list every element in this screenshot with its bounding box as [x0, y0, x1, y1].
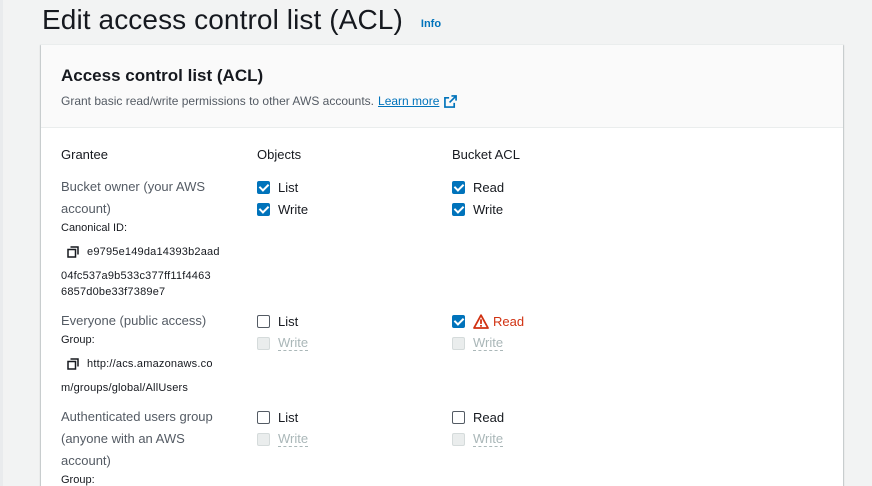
- checkbox-label: Read: [473, 179, 505, 195]
- acl-panel: Access control list (ACL) Grant basic re…: [41, 44, 843, 486]
- owner-objects-list-checkbox[interactable]: List: [257, 176, 308, 198]
- everyone-objects-list-checkbox[interactable]: List: [257, 310, 308, 332]
- authenticated-acl-read-checkbox[interactable]: Read: [452, 406, 504, 428]
- grantee-name-line: Authenticated users group: [61, 409, 213, 424]
- page-header: Edit access control list (ACL) Info: [42, 4, 441, 36]
- checkbox-disabled: [452, 336, 465, 350]
- checkbox-label: Write: [278, 430, 309, 447]
- checkbox-label: List: [278, 313, 299, 329]
- grantee-authenticated-users: Authenticated users group (anyone with a…: [61, 406, 213, 472]
- column-header-grantee: Grantee: [61, 147, 108, 162]
- checkbox-unchecked[interactable]: [257, 410, 270, 424]
- canonical-id-value: e9795e149da14393b2aad: [67, 244, 220, 260]
- owner-objects-write-checkbox[interactable]: Write: [257, 198, 308, 220]
- group-uri-value: http://acs.amazonaws.co: [67, 356, 213, 372]
- panel-description: Grant basic read/write permissions to ot…: [61, 94, 823, 108]
- grantee-name-line: account): [61, 453, 111, 468]
- checkbox-disabled: [257, 432, 270, 446]
- checkbox-checked[interactable]: [452, 180, 465, 194]
- checkbox-checked[interactable]: [257, 202, 270, 216]
- checkbox-label: List: [278, 179, 299, 195]
- grantee-name-line: (anyone with an AWS: [61, 431, 185, 446]
- copy-icon[interactable]: [67, 358, 79, 370]
- checkbox-checked[interactable]: [452, 314, 465, 328]
- checkbox-label: Read: [493, 313, 525, 329]
- group-uri-line: m/groups/global/AllUsers: [61, 382, 189, 394]
- group-uri-line: http://acs.amazonaws.co: [87, 358, 213, 370]
- checkbox-label: List: [278, 409, 299, 425]
- checkbox-checked[interactable]: [257, 180, 270, 194]
- checkbox-checked[interactable]: [452, 202, 465, 216]
- panel-header: Access control list (ACL) Grant basic re…: [41, 45, 843, 128]
- everyone-acl-write-checkbox: Write: [452, 332, 524, 354]
- column-header-bucket-acl: Bucket ACL: [452, 147, 520, 162]
- authenticated-objects-list-checkbox[interactable]: List: [257, 406, 308, 428]
- canonical-id-line: 6857d0be33f7389e7: [61, 286, 166, 298]
- canonical-id-line: 04fc537a9b533c377ff11f4463: [61, 270, 211, 282]
- group-label: Group:: [61, 334, 95, 346]
- panel-title: Access control list (ACL): [61, 66, 264, 85]
- checkbox-unchecked[interactable]: [452, 410, 465, 424]
- owner-acl-permissions: Read Write: [452, 176, 504, 220]
- checkbox-label: Read: [473, 409, 505, 425]
- canonical-id-line: e9795e149da14393b2aad: [87, 246, 220, 258]
- checkbox-label: Write: [473, 201, 504, 217]
- checkbox-label: Write: [473, 430, 504, 447]
- group-label: Group:: [61, 474, 95, 486]
- authenticated-acl-write-checkbox: Write: [452, 428, 504, 450]
- grantee-name-line: account): [61, 201, 111, 216]
- authenticated-objects-permissions: List Write: [257, 406, 309, 450]
- checkbox-unchecked[interactable]: [257, 314, 270, 328]
- everyone-acl-permissions: Read Write: [452, 310, 524, 354]
- owner-objects-permissions: List Write: [257, 176, 308, 220]
- panel-description-text: Grant basic read/write permissions to ot…: [61, 94, 375, 108]
- everyone-objects-write-checkbox: Write: [257, 332, 309, 354]
- copy-icon[interactable]: [67, 246, 79, 258]
- authenticated-acl-permissions: Read Write: [452, 406, 504, 450]
- column-header-objects: Objects: [257, 147, 302, 162]
- authenticated-objects-write-checkbox: Write: [257, 428, 309, 450]
- everyone-objects-permissions: List Write: [257, 310, 309, 354]
- checkbox-label: Write: [278, 201, 309, 217]
- warning-icon: [473, 313, 489, 329]
- owner-acl-write-checkbox[interactable]: Write: [452, 198, 504, 220]
- grantee-everyone: Everyone (public access): [61, 313, 207, 328]
- page-title: Edit access control list (ACL): [42, 4, 403, 35]
- external-link-icon[interactable]: [444, 94, 458, 108]
- owner-acl-read-checkbox[interactable]: Read: [452, 176, 504, 198]
- learn-more-link[interactable]: Learn more: [378, 94, 439, 108]
- checkbox-label: Write: [278, 334, 309, 351]
- grantee-bucket-owner: Bucket owner (your AWS account): [61, 176, 205, 220]
- info-link[interactable]: Info: [421, 18, 441, 30]
- checkbox-label: Write: [473, 334, 504, 351]
- checkbox-disabled: [452, 432, 465, 446]
- grantee-name-line: Bucket owner (your AWS: [61, 179, 206, 194]
- canonical-id-label: Canonical ID:: [61, 222, 128, 234]
- left-edge: [0, 0, 3, 486]
- everyone-acl-read-checkbox[interactable]: Read: [452, 310, 524, 332]
- checkbox-disabled: [257, 336, 270, 350]
